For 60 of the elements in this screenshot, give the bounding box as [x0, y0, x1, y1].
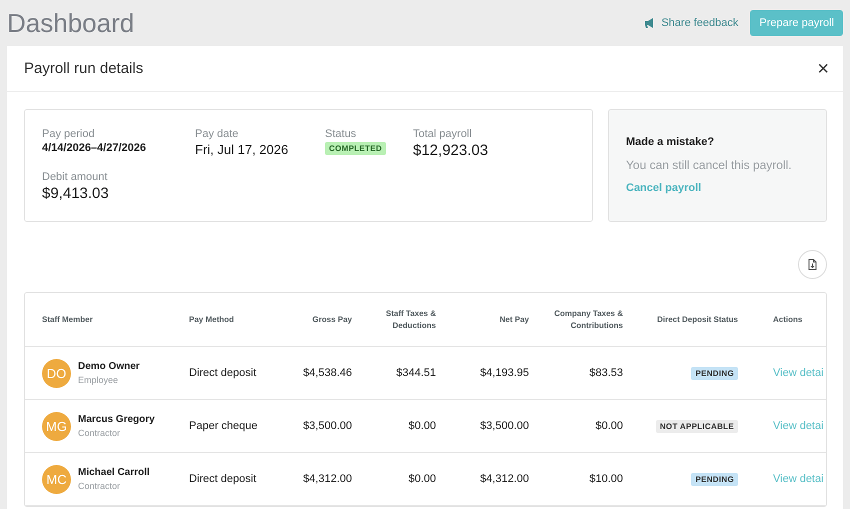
table-cell-text: $4,312.00 [302, 473, 352, 485]
table-cell-text: Direct deposit [189, 367, 258, 379]
status-badge: PENDING [691, 472, 738, 486]
table-cell-text: $83.53 [588, 367, 623, 379]
table-cell-text: $0.00 [407, 473, 436, 485]
column-header: Pay Method [189, 314, 235, 326]
table-cell-text: $3,500.00 [479, 420, 529, 432]
field-label: Status [325, 128, 358, 140]
document-icon [808, 259, 817, 270]
table-cell-text: $4,312.00 [479, 473, 529, 485]
table-cell-text: Direct deposit [189, 473, 258, 485]
view-details-link[interactable]: View detai [738, 367, 826, 379]
table-cell-text: $0.00 [407, 420, 436, 432]
field-label: Total payroll [413, 128, 473, 140]
field-label: Pay period [42, 128, 96, 140]
status-badge: NOT APPLICABLE [656, 420, 738, 432]
staff-role: Employee [78, 375, 120, 385]
table-cell-text: $4,538.46 [302, 367, 352, 379]
avatar: MC [42, 464, 71, 494]
modal-title: Payroll run details [24, 60, 144, 77]
table-cell-text: $344.51 [395, 367, 436, 379]
close-button[interactable]: × [817, 58, 829, 78]
field-label: Debit amount [42, 171, 108, 183]
field-value: Fri, Jul 17, 2026 [195, 142, 290, 157]
table-cell-text: $3,500.00 [302, 420, 352, 432]
cancel-payroll-link[interactable]: Cancel payroll [626, 182, 826, 194]
column-header: Gross Pay [311, 314, 352, 326]
field-value: $12,923.03 [413, 142, 490, 159]
megaphone-icon [644, 18, 656, 28]
table-cell-text: $10.00 [588, 473, 623, 485]
avatar: DO [42, 358, 71, 388]
table-cell-text: Paper cheque [189, 420, 258, 432]
view-details-link[interactable]: View detai [738, 473, 826, 485]
prepare-payroll-button[interactable]: Prepare payroll [750, 10, 843, 36]
staff-name: Demo Owner [78, 361, 140, 372]
column-header: Net Pay [498, 314, 529, 326]
card-title: Made a mistake? [626, 136, 716, 148]
column-header: Direct Deposit Status [656, 314, 738, 326]
download-button[interactable] [798, 250, 827, 279]
staff-role: Contractor [78, 428, 122, 438]
field-value: 4/14/2026–4/27/2026 [42, 142, 147, 154]
column-header: Staff Member [42, 314, 94, 326]
column-header: Staff Taxes & Deductions [384, 308, 436, 332]
share-feedback-link[interactable]: Share feedback [644, 17, 738, 29]
table-cell-text: $0.00 [594, 420, 623, 432]
table-cell-text: $4,193.95 [479, 367, 529, 379]
share-feedback-label: Share feedback [661, 17, 738, 29]
staff-role: Contractor [78, 481, 122, 491]
status-badge: COMPLETED [325, 142, 386, 155]
column-header: Actions [772, 314, 804, 326]
avatar: MG [42, 412, 71, 440]
field-label: Pay date [195, 128, 240, 140]
view-details-link[interactable]: View detai [738, 420, 826, 432]
page-title: Dashboard [7, 8, 136, 38]
column-header: Company Taxes & Contributions [553, 308, 623, 332]
card-text: You can still cancel this payroll. [626, 158, 793, 172]
status-badge: PENDING [691, 366, 738, 380]
staff-name: Michael Carroll [78, 467, 150, 478]
staff-name: Marcus Gregory [78, 414, 155, 425]
field-value: $9,413.03 [42, 185, 110, 202]
